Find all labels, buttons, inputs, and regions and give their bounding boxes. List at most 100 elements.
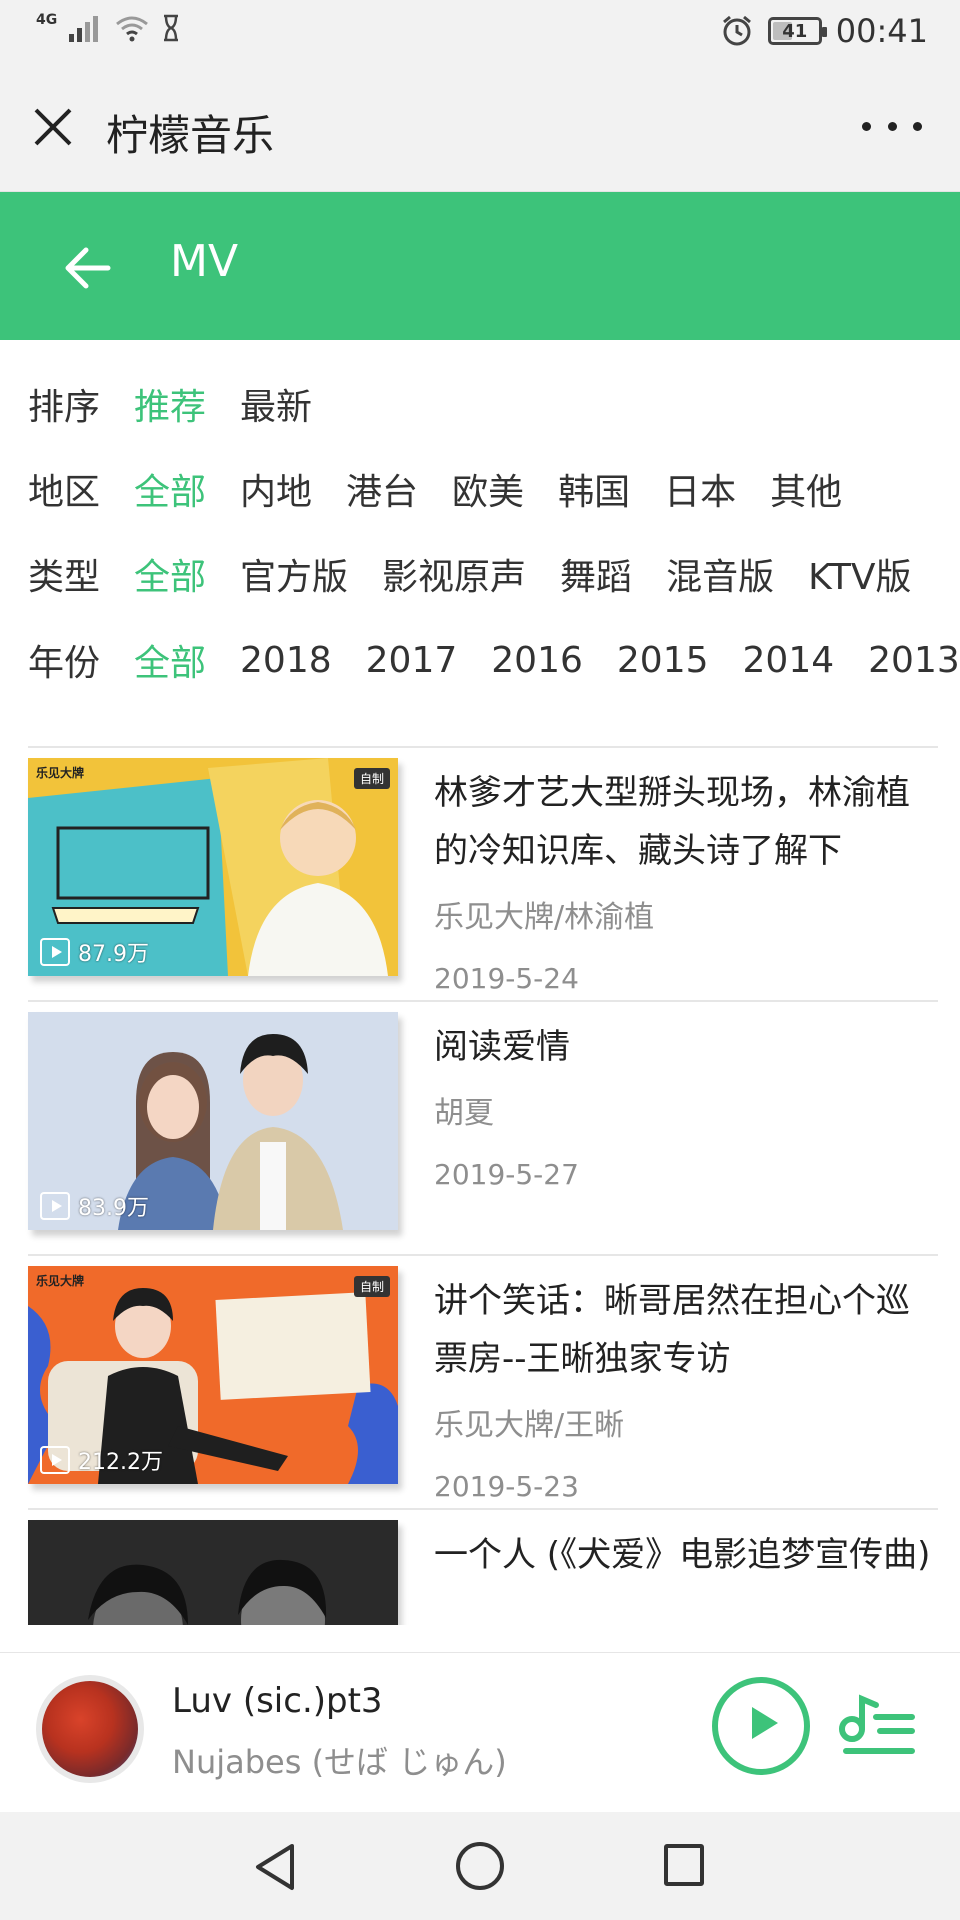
network-label: 4G [36,12,58,28]
filter-option[interactable]: 内地 [240,463,312,515]
filter-label: 类型 [28,557,101,598]
clock: 00:41 [835,12,928,50]
mv-title: 一个人 (《犬爱》电影追梦宣传曲) [434,1535,931,1575]
mv-thumbnail[interactable]: 乐见大牌 自制 212.2万 [28,1266,398,1484]
track-artist: Nujabes (せば じゅん) [172,1743,507,1781]
mv-list-item[interactable]: 83.9万 阅读爱情 胡夏 2019-5-27 [0,1000,960,1254]
mv-info: 讲个笑话：晰哥居然在担心个巡票房--王晰独家专访 乐见大牌/王晰 2019-5-… [434,1272,934,1503]
filter-option[interactable]: 混音版 [666,548,774,600]
status-left: 4G [36,12,181,42]
battery-icon: 41 [767,17,827,45]
play-icon[interactable] [712,1677,810,1775]
track-title: Luv (sic.)pt3 [172,1681,383,1721]
album-art[interactable] [36,1675,144,1783]
mv-thumbnail[interactable] [28,1520,398,1625]
play-count-text: 87.9万 [78,942,149,967]
filter-option[interactable]: 影视原声 [382,548,526,600]
filter-option[interactable]: 2013 [868,640,960,681]
filter-option[interactable]: 欧美 [452,463,524,515]
filter-option[interactable]: 2015 [617,640,709,681]
mv-thumbnail[interactable]: 83.9万 [28,1012,398,1230]
close-icon[interactable] [28,102,78,152]
filter-panel: 排序 推荐 最新 地区 全部 内地 港台 欧美 韩国 日本 其他 类型 全部 官… [0,340,960,740]
mv-date: 2019-5-24 [434,962,579,995]
play-count-icon [40,1446,70,1474]
now-playing-bar[interactable]: Luv (sic.)pt3 Nujabes (せば じゅん) [0,1652,960,1812]
page-title: MV [170,236,239,287]
more-dot [913,122,922,131]
filter-row-region: 地区 全部 内地 港台 欧美 韩国 日本 其他 [28,459,876,519]
filter-option[interactable]: 日本 [664,463,736,515]
brand-label: 乐见大牌 [36,1274,85,1288]
filter-row-year: 年份 全部 2018 2017 2016 2015 2014 2013 [28,630,960,690]
mv-list-item[interactable]: 乐见大牌 自制 87.9万 林爹才艺大型掰头现场，林渝植的冷知识库、藏头诗了解下… [0,746,960,1000]
status-bar: 4G 41 00:41 [0,0,960,64]
filter-option[interactable]: 官方版 [240,548,348,600]
filter-row-type: 类型 全部 官方版 影视原声 舞蹈 混音版 KTV版 [28,544,946,604]
filter-option[interactable]: 全部 [134,463,206,515]
mv-info: 林爹才艺大型掰头现场，林渝植的冷知识库、藏头诗了解下 乐见大牌/林渝植 2019… [434,764,934,995]
mv-thumbnail[interactable]: 乐见大牌 自制 87.9万 [28,758,398,976]
filter-option[interactable]: 港台 [346,463,418,515]
filter-option[interactable]: 其他 [770,463,842,515]
play-count-icon [40,1192,70,1220]
divider [28,1000,938,1002]
mv-title: 讲个笑话：晰哥居然在担心个巡票房--王晰独家专访 [434,1281,910,1379]
green-header: MV [0,192,960,340]
play-count-text: 83.9万 [78,1196,149,1221]
app-title: 柠檬音乐 [106,111,275,160]
filter-option[interactable]: 推荐 [134,378,206,430]
signal-icon [69,16,99,42]
mv-list-item[interactable]: 一个人 (《犬爱》电影追梦宣传曲) [0,1508,960,1625]
brand-label: 乐见大牌 [36,766,85,780]
filter-option[interactable]: 2017 [366,640,458,681]
divider [28,1508,938,1510]
mv-artist: 胡夏 [434,1096,494,1131]
mv-list: 乐见大牌 自制 87.9万 林爹才艺大型掰头现场，林渝植的冷知识库、藏头诗了解下… [0,740,960,1625]
thumbnail-art [28,1520,398,1625]
filter-option[interactable]: 2016 [491,640,583,681]
play-count: 83.9万 [40,1190,149,1222]
mv-list-item[interactable]: 乐见大牌 自制 212.2万 讲个笑话：晰哥居然在担心个巡票房--王晰独家专访 … [0,1254,960,1508]
filter-label: 地区 [28,472,101,513]
filter-option[interactable]: 全部 [134,548,206,600]
more-dot [862,122,871,131]
playlist-icon[interactable] [836,1689,916,1769]
nav-back-icon[interactable] [252,1842,298,1892]
more-dot [887,122,897,131]
badge: 自制 [353,768,390,789]
divider [28,1254,938,1256]
filter-label: 排序 [28,387,101,428]
mv-title: 林爹才艺大型掰头现场，林渝植的冷知识库、藏头诗了解下 [434,773,910,871]
mv-date: 2019-5-23 [434,1470,579,1503]
mv-artist: 乐见大牌/林渝植 [434,900,655,935]
filter-option[interactable]: 全部 [134,634,206,686]
nav-recent-icon[interactable] [664,1844,704,1886]
badge: 自制 [353,1276,390,1297]
filter-row-sort: 排序 推荐 最新 [28,374,346,434]
status-right: 41 00:41 [720,12,928,50]
play-count: 87.9万 [40,936,149,968]
more-icon[interactable] [862,122,922,136]
nav-home-icon[interactable] [456,1842,504,1890]
title-bar: 柠檬音乐 [0,64,960,192]
mv-info: 阅读爱情 胡夏 2019-5-27 [434,1018,934,1191]
mv-title: 阅读爱情 [434,1027,570,1067]
play-count-icon [40,938,70,966]
arrow-left-icon[interactable] [60,240,116,296]
filter-option[interactable]: 最新 [240,378,312,430]
mv-artist: 乐见大牌/王晰 [434,1408,625,1443]
filter-option[interactable]: 舞蹈 [560,548,632,600]
filter-option[interactable]: KTV版 [808,548,911,600]
battery-text: 41 [782,20,808,42]
hourglass-icon [164,14,179,42]
play-count-text: 212.2万 [78,1450,163,1475]
system-nav-bar [0,1812,960,1920]
wifi-icon [116,16,149,42]
divider [28,746,938,748]
filter-option[interactable]: 韩国 [558,463,630,515]
filter-label: 年份 [28,643,101,684]
mv-date: 2019-5-27 [434,1158,579,1191]
filter-option[interactable]: 2018 [240,640,332,681]
filter-option[interactable]: 2014 [743,640,835,681]
